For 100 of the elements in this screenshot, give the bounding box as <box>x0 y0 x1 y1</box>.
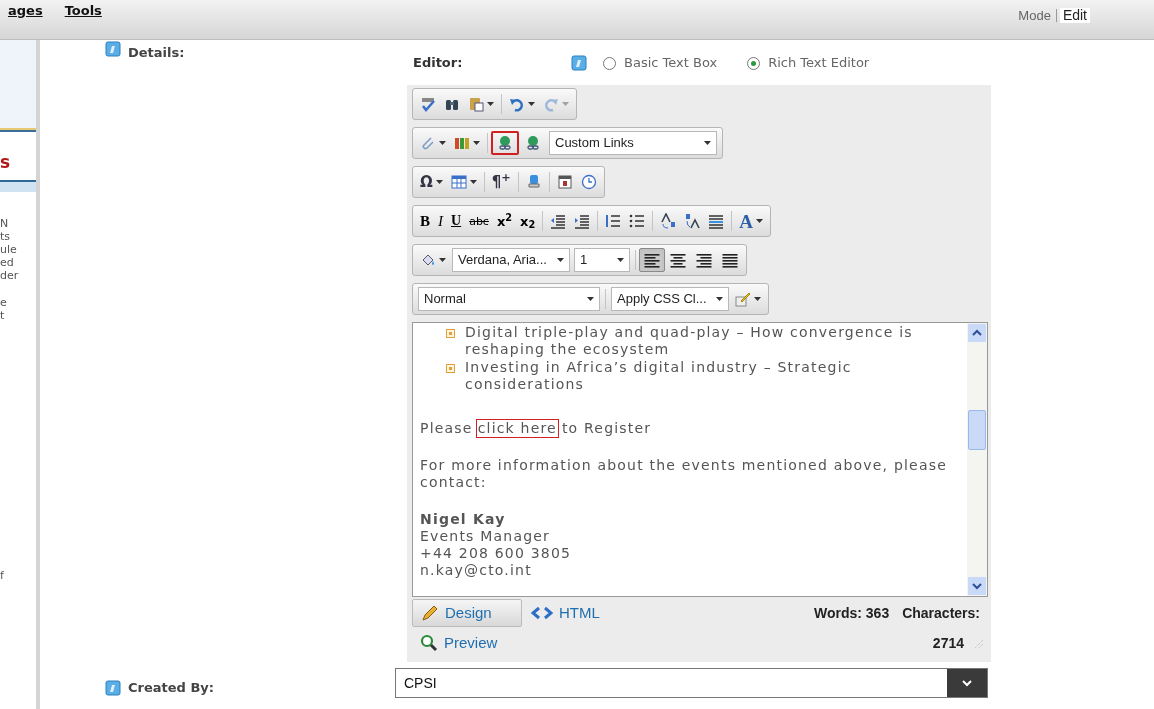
character-label: Characters: <box>902 603 980 623</box>
caret-icon <box>439 258 446 262</box>
dropdown[interactable]: Custom Links <box>549 131 717 155</box>
toolbar-button[interactable]: B <box>416 209 434 233</box>
caret-icon <box>587 297 594 301</box>
scrollbar[interactable] <box>967 323 987 596</box>
list-item-text: Investing in Africa’s digital industry – Strategic considerations <box>465 359 853 393</box>
caret-icon <box>704 141 711 145</box>
toolbar-button[interactable]: x$^{2}$ <box>492 209 517 233</box>
glyph-label: x$_{2}$ <box>520 214 536 228</box>
glyph-label: abc <box>469 215 489 227</box>
caret-icon <box>716 297 723 301</box>
sidebar-heading: s <box>0 154 12 171</box>
dropdown[interactable]: Verdana, Aria... <box>452 248 570 272</box>
bullet-icon <box>446 364 455 373</box>
toolbar-button[interactable]: I <box>434 209 447 233</box>
dropdown-value: Verdana, Aria... <box>458 251 547 270</box>
field-label: Details: <box>128 44 185 62</box>
toolbar-button[interactable]: x$_{2}$ <box>516 209 540 233</box>
clock-icon <box>580 174 597 190</box>
contact-line: Events Manager <box>420 528 552 545</box>
toolbar-button[interactable] <box>639 248 665 272</box>
sidebar-text: ed <box>0 256 15 269</box>
list-item-text: Digital triple-play and quad-play – How convergence is reshaping the ecosystem <box>465 324 914 358</box>
scroll-down-icon[interactable] <box>968 577 986 595</box>
sidebar-text: e <box>0 296 8 309</box>
paint-bucket-icon <box>420 252 436 268</box>
dropdown-value: 1 <box>580 251 588 270</box>
field-label: Created By: <box>128 679 214 698</box>
pencil-icon <box>421 604 439 622</box>
calendar-icon <box>556 174 573 190</box>
dropdown[interactable]: Apply CSS Cl... <box>611 287 729 311</box>
align-right-icon <box>696 252 712 268</box>
sidebar-text: t <box>0 309 6 322</box>
dropdown-value: Apply CSS Cl... <box>617 290 707 309</box>
toolbar-button[interactable]: U <box>447 209 466 233</box>
sidebar-band <box>0 180 36 192</box>
select-field[interactable]: CPSI <box>395 668 988 698</box>
menu-link[interactable]: Tools <box>64 4 102 17</box>
toolbar-button[interactable]: abc <box>465 209 493 233</box>
help-icon[interactable] <box>105 680 121 696</box>
word-count: Words: 363 <box>813 603 890 623</box>
preview-link[interactable]: Preview <box>412 631 506 655</box>
contact-line: n.kay@cto.int <box>420 562 533 579</box>
help-icon[interactable] <box>571 55 587 71</box>
mode-value[interactable]: Edit <box>1059 8 1090 23</box>
radio-option[interactable]: Basic Text Box <box>603 53 718 73</box>
field-label: Editor: <box>413 54 464 73</box>
mode-label: Mode <box>1018 9 1057 22</box>
bulleted-list-icon <box>629 213 646 229</box>
outdent-icon <box>550 213 567 229</box>
media-icon <box>454 135 470 151</box>
grow-font-icon <box>660 213 677 229</box>
contact-line: +44 208 600 3805 <box>420 545 573 562</box>
sidebar-text: der <box>0 269 20 282</box>
mode-tab[interactable]: Design <box>412 599 522 627</box>
radio-button[interactable] <box>603 56 616 70</box>
select-value: CPSI <box>403 673 438 693</box>
link-icon <box>525 135 541 151</box>
dropdown[interactable]: 1 <box>574 248 630 272</box>
caret-icon <box>756 219 764 223</box>
caret-icon <box>557 258 564 262</box>
sidebar-text: ule <box>0 243 18 256</box>
sidebar-text: N <box>0 217 10 230</box>
caret-icon <box>528 102 535 106</box>
numbered-list-icon <box>605 213 622 229</box>
bullet-icon <box>446 329 455 338</box>
dropdown[interactable]: Normal <box>418 287 600 311</box>
scroll-up-icon[interactable] <box>968 324 986 342</box>
redo-icon <box>543 96 559 112</box>
dropdown-value: Normal <box>424 290 466 309</box>
mode-tab[interactable]: HTML <box>522 599 609 627</box>
spellcheck-icon <box>420 96 436 112</box>
align-left-icon <box>644 252 660 268</box>
glyph-label: I <box>438 213 443 229</box>
help-icon[interactable] <box>105 41 121 57</box>
caret-icon <box>473 141 480 145</box>
align-justify-icon <box>722 252 738 268</box>
code-icon <box>531 606 553 620</box>
toolbar-button[interactable]: A <box>735 209 768 233</box>
caret-icon <box>562 102 569 106</box>
dropdown-value: Custom Links <box>555 134 634 153</box>
radio-option[interactable]: Rich Text Editor <box>747 53 870 73</box>
brush-icon <box>735 291 751 307</box>
contact-line: Nigel Kay <box>420 511 507 528</box>
link-icon <box>497 135 513 151</box>
clipboard-icon <box>468 96 484 112</box>
toolbar-button[interactable]: Ω <box>416 170 447 194</box>
radio-button[interactable] <box>747 56 761 70</box>
undo-icon <box>509 96 525 112</box>
caret-icon <box>439 141 446 145</box>
sidebar-text: f <box>0 570 5 581</box>
resize-grip-icon[interactable] <box>972 637 984 649</box>
menu-link[interactable]: ages <box>8 4 43 17</box>
glyph-label: B <box>420 213 430 229</box>
scrollbar-thumb[interactable] <box>968 409 986 450</box>
glyph-label: U <box>451 214 462 228</box>
paragraph-icon <box>708 213 725 229</box>
text-link[interactable]: click here <box>476 420 558 437</box>
caret-icon <box>754 297 761 301</box>
